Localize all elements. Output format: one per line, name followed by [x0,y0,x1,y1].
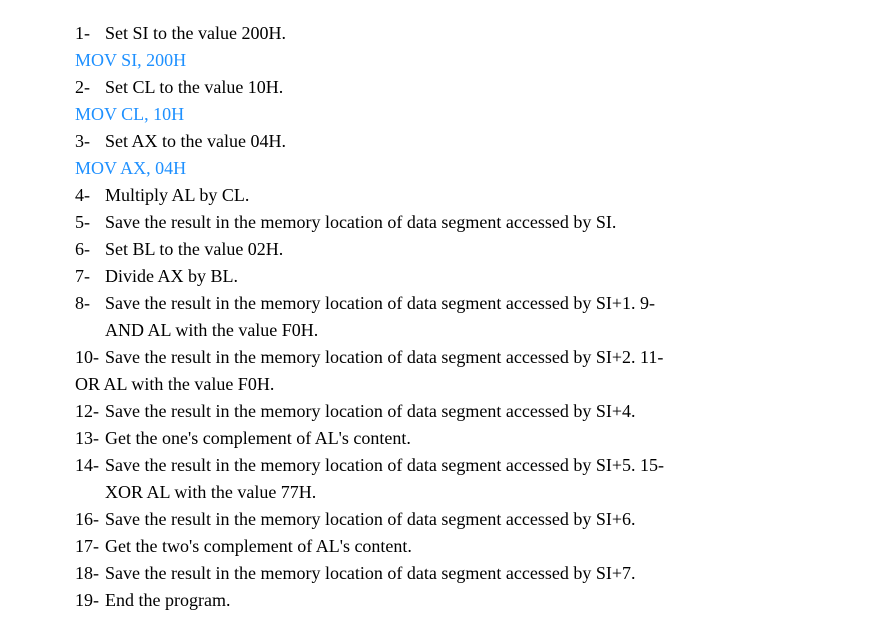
item-text: Save the result in the memory location o… [105,290,655,317]
item-text: Save the result in the memory location o… [105,209,616,236]
item-number: 8- [75,290,105,317]
item-6: 6- Set BL to the value 02H. [75,236,865,263]
item-11-continuation: OR AL with the value F0H. [75,371,865,398]
item-text: Get the one's complement of AL's content… [105,425,411,452]
item-text: Save the result in the memory location o… [105,398,636,425]
item-text: Save the result in the memory location o… [105,560,636,587]
code-3: MOV AX, 04H [75,155,865,182]
item-text: Set BL to the value 02H. [105,236,283,263]
item-9-continuation: AND AL with the value F0H. [75,317,865,344]
item-19: 19- End the program. [75,587,865,614]
item-text: Save the result in the memory location o… [105,506,636,533]
item-1: 1- Set SI to the value 200H. [75,20,865,47]
item-number: 2- [75,74,105,101]
item-number: 7- [75,263,105,290]
item-18: 18- Save the result in the memory locati… [75,560,865,587]
item-number: 12- [75,398,105,425]
item-text: Save the result in the memory location o… [105,344,663,371]
item-4: 4- Multiply AL by CL. [75,182,865,209]
item-number: 4- [75,182,105,209]
item-text: Get the two's complement of AL's content… [105,533,412,560]
item-number: 19- [75,587,105,614]
item-number: 17- [75,533,105,560]
item-text: Set CL to the value 10H. [105,74,283,101]
item-15-continuation: XOR AL with the value 77H. [75,479,865,506]
item-2: 2- Set CL to the value 10H. [75,74,865,101]
item-14: 14- Save the result in the memory locati… [75,452,865,479]
item-number: 10- [75,344,105,371]
code-2: MOV CL, 10H [75,101,865,128]
item-8: 8- Save the result in the memory locatio… [75,290,865,317]
item-number: 3- [75,128,105,155]
item-text: Set SI to the value 200H. [105,20,286,47]
item-13: 13- Get the one's complement of AL's con… [75,425,865,452]
item-5: 5- Save the result in the memory locatio… [75,209,865,236]
item-text: Set AX to the value 04H. [105,128,286,155]
code-1: MOV SI, 200H [75,47,865,74]
item-number: 6- [75,236,105,263]
item-number: 18- [75,560,105,587]
item-16: 16- Save the result in the memory locati… [75,506,865,533]
item-number: 13- [75,425,105,452]
item-7: 7- Divide AX by BL. [75,263,865,290]
item-text: Divide AX by BL. [105,263,238,290]
item-10: 10- Save the result in the memory locati… [75,344,865,371]
item-text: Multiply AL by CL. [105,182,249,209]
item-number: 14- [75,452,105,479]
item-3: 3- Set AX to the value 04H. [75,128,865,155]
item-number: 1- [75,20,105,47]
item-12: 12- Save the result in the memory locati… [75,398,865,425]
item-text: Save the result in the memory location o… [105,452,664,479]
item-number: 5- [75,209,105,236]
item-17: 17- Get the two's complement of AL's con… [75,533,865,560]
item-text: End the program. [105,587,230,614]
item-number: 16- [75,506,105,533]
